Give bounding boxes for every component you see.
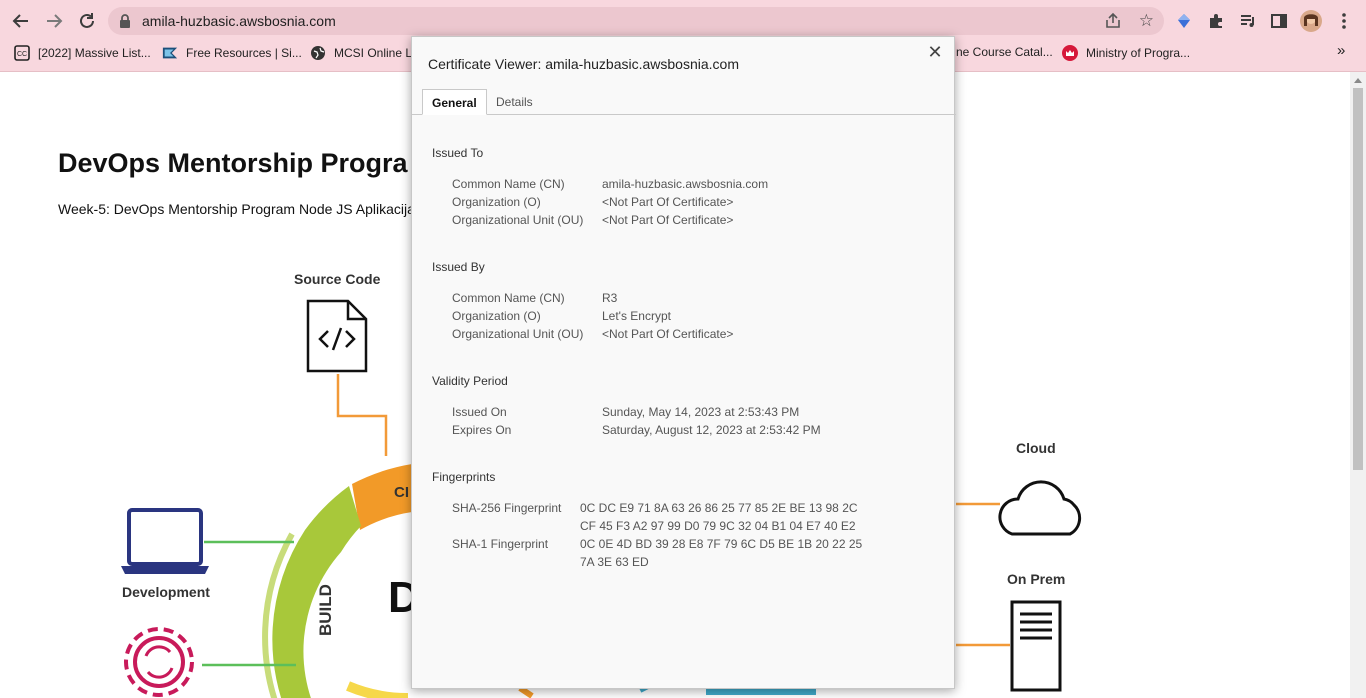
share-icon[interactable] [1104,12,1122,30]
server-icon [1010,600,1062,692]
field-label: Issued On [452,405,507,419]
lock-icon[interactable] [118,13,132,29]
certificate-viewer-dialog: Certificate Viewer: amila-huzbasic.awsbo… [411,36,956,689]
browser-menu-icon[interactable] [1333,10,1355,32]
bookmark-label: Free Resources | Si... [186,46,302,60]
dialog-tabs: General Details [412,89,956,115]
forward-button[interactable] [42,9,66,33]
bookmark-globe-icon [310,45,326,61]
svg-text:CC: CC [17,51,27,58]
field-label: Expires On [452,423,512,437]
address-bar[interactable]: amila-huzbasic.awsbosnia.com ☆ [108,7,1164,35]
side-panel-icon[interactable] [1268,10,1290,32]
more-bookmarks-button[interactable]: » [1337,42,1345,59]
sha256-label: SHA-256 Fingerprint [452,501,562,515]
bookmark-star-icon[interactable]: ☆ [1139,11,1154,31]
build-label: BUILD [316,584,335,636]
bookmark-item[interactable]: ne Course Catal... [956,45,1053,59]
scrollbar-thumb[interactable] [1353,88,1363,470]
bookmark-label: Ministry of Progra... [1086,46,1191,60]
field-label: Organization (O) [452,195,541,209]
bookmark-item[interactable]: Free Resources | Si... [162,45,302,61]
field-value: <Not Part Of Certificate> [602,213,734,227]
bookmark-label: ne Course Catal... [956,45,1053,59]
bookmark-crown-icon [1062,45,1078,61]
bookmark-item[interactable]: MCSI Online Le [310,45,419,61]
reload-icon [80,13,94,28]
fingerprints-heading: Fingerprints [432,470,496,484]
extension-diamond-icon[interactable] [1173,10,1195,32]
issued-to-heading: Issued To [432,146,484,160]
tab-details[interactable]: Details [487,89,542,115]
cloud-icon [998,480,1082,536]
sha1-value-line1: 0C 0E 4D BD 39 28 E8 7F 79 6C D5 BE 1B 2… [580,537,863,551]
field-label: Common Name (CN) [452,177,565,191]
close-icon[interactable]: ✕ [926,42,944,62]
back-arrow-icon [12,14,28,28]
tab-general[interactable]: General [422,89,487,115]
bookmark-label: MCSI Online Le [334,46,419,60]
gear-refresh-icon [124,627,194,697]
extensions-puzzle-icon[interactable] [1205,10,1227,32]
dialog-title: Certificate Viewer: amila-huzbasic.awsbo… [428,56,739,72]
issued-by-heading: Issued By [432,260,485,274]
field-value: Saturday, August 12, 2023 at 2:53:42 PM [602,423,821,437]
field-value: amila-huzbasic.awsbosnia.com [602,177,769,191]
sha1-value-line2: 7A 3E 63 ED [580,555,649,569]
sha256-value-line1: 0C DC E9 71 8A 63 26 86 25 77 85 2E BE 1… [580,501,858,515]
field-label: Common Name (CN) [452,291,565,305]
profile-avatar[interactable] [1300,10,1322,32]
scroll-up-icon[interactable] [1354,78,1362,83]
field-value: <Not Part Of Certificate> [602,195,734,209]
bookmark-item[interactable]: CC [2022] Massive List... [14,45,151,61]
field-label: Organization (O) [452,309,541,323]
forward-arrow-icon [47,14,63,28]
sha256-value-line2: CF 45 F3 A2 97 99 D0 79 9C 32 04 B1 04 E… [580,519,856,533]
url-text[interactable]: amila-huzbasic.awsbosnia.com [142,13,336,29]
reload-button[interactable] [75,9,99,33]
media-queue-icon[interactable] [1237,10,1259,32]
field-value: Sunday, May 14, 2023 at 2:53:43 PM [602,405,800,419]
bookmark-flag-icon [162,45,178,61]
sha1-label: SHA-1 Fingerprint [452,537,549,551]
field-value: R3 [602,291,618,305]
ci-fragment-label: CI [394,484,409,501]
field-label: Organizational Unit (OU) [452,213,584,227]
field-label: Organizational Unit (OU) [452,327,584,341]
bookmark-item[interactable]: Ministry of Progra... [1062,45,1190,61]
bookmark-cc-icon: CC [14,45,30,61]
field-value: Let's Encrypt [602,309,671,323]
back-button[interactable] [9,9,33,33]
bookmark-label: [2022] Massive List... [38,46,151,60]
source-code-file-icon [306,299,368,373]
field-value: <Not Part Of Certificate> [602,327,734,341]
page-scrollbar[interactable] [1350,72,1366,698]
validity-period-heading: Validity Period [432,374,508,388]
laptop-icon [121,508,209,574]
